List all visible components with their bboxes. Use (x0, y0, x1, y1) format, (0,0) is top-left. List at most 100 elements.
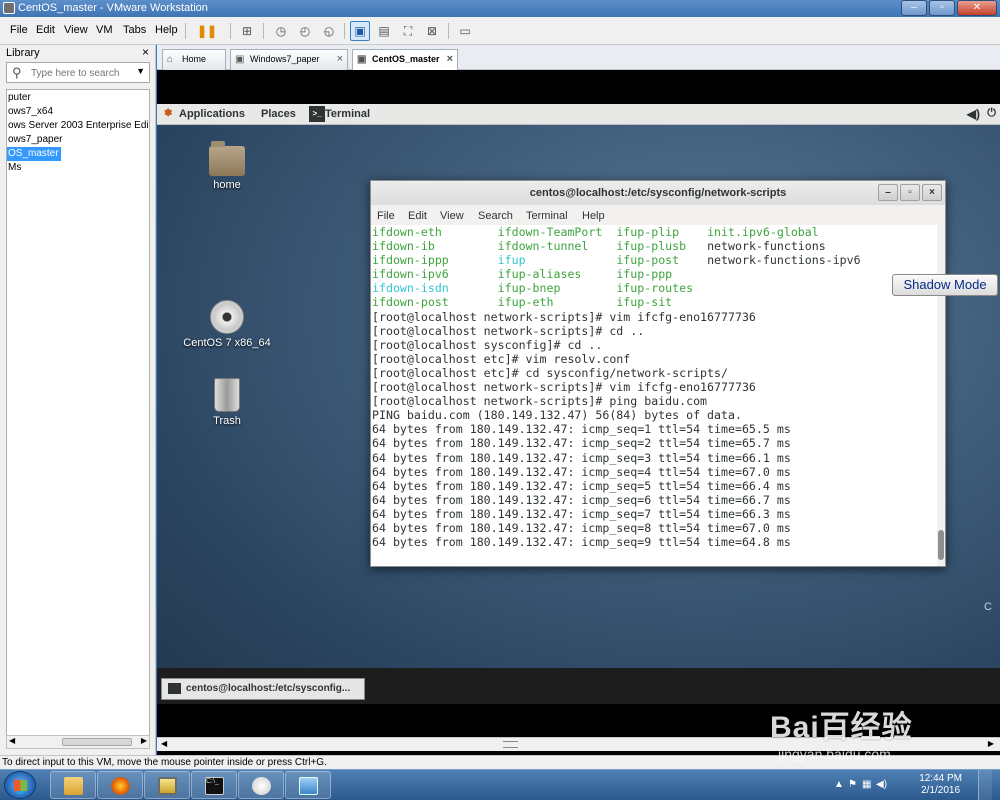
menu-edit[interactable]: Edit (36, 24, 55, 36)
menubar: File Edit View VM Tabs Help ❚❚ ▼ ⊞ ◷ ◴ ◵… (0, 17, 1000, 55)
terminal-window[interactable]: centos@localhost:/etc/sysconfig/network-… (370, 180, 946, 567)
desktop-icon-trash[interactable]: Trash (167, 378, 287, 427)
taskbar-paint[interactable] (238, 771, 284, 799)
terminal-file-entry: ifup (497, 253, 617, 268)
desktop-icon-disc[interactable]: CentOS 7 x86_64 (167, 300, 287, 349)
terminal-file-entry: ifup-ppp (616, 267, 708, 282)
menu-help[interactable]: Help (155, 24, 178, 36)
library-item-centos-master[interactable]: OS_master (7, 147, 61, 161)
snapshot-icon[interactable]: ◷ (271, 21, 291, 41)
terminal-menu-file[interactable]: File (377, 210, 395, 222)
terminal-scroll-thumb[interactable] (938, 530, 944, 560)
terminal-minimize-button[interactable]: – (878, 184, 898, 201)
terminal-listing-row: ifdown-isdn ifup-bnep ifup-routes (372, 281, 937, 295)
terminal-controls: – ▫ × (878, 184, 942, 201)
library-search[interactable]: ⚲ ▼ (6, 62, 150, 83)
library-view-icon[interactable]: ▣ (350, 21, 370, 41)
scroll-right-icon[interactable]: ▶ (141, 736, 147, 745)
terminal-menu-terminal[interactable]: Terminal (526, 210, 568, 222)
terminal-title: centos@localhost:/etc/sysconfig/network-… (529, 187, 787, 199)
flag-icon[interactable]: ⚑ (848, 779, 857, 790)
console-view-icon[interactable]: ▭ (455, 21, 475, 41)
menu-view[interactable]: View (64, 24, 88, 36)
terminal-listing-row: ifdown-ippp ifup ifup-post network-funct… (372, 253, 937, 267)
volume-icon[interactable]: ◀) (876, 779, 887, 790)
clock[interactable]: 12:44 PM 2/1/2016 (919, 773, 962, 797)
taskbar-window[interactable] (285, 771, 331, 799)
terminal-file-entry: ifdown-ib (372, 239, 498, 254)
terminal-menu-search[interactable]: Search (478, 210, 513, 222)
power-icon[interactable]: ⏻ (987, 107, 996, 120)
taskbar-vmware[interactable] (144, 771, 190, 799)
applications-icon: ✽ (164, 108, 173, 119)
terminal-maximize-button[interactable]: ▫ (900, 184, 920, 201)
terminal-icon: >_ (309, 106, 325, 122)
tab-windows7-paper[interactable]: ▣ Windows7_paper × (230, 49, 348, 70)
terminal-menu-edit[interactable]: Edit (408, 210, 427, 222)
minimize-button[interactable]: – (901, 0, 927, 16)
menu-tabs[interactable]: Tabs (123, 24, 146, 36)
tab-label: Windows7_paper (250, 54, 320, 64)
tab-centos-master[interactable]: ▣ CentOS_master × (352, 49, 458, 71)
terminal-file-entry: ifdown-ipv6 (372, 267, 498, 282)
network-icon[interactable]: ⊞ (237, 21, 257, 41)
snapshot-manager-icon[interactable]: ◵ (319, 21, 339, 41)
terminal-file-entry: ifdown-post (372, 295, 498, 310)
library-item-computer[interactable]: puter (7, 91, 149, 105)
vm-hscrollbar[interactable]: ◀ ▶ (157, 737, 1000, 751)
terminal-file-entry: ifup-plip (616, 225, 708, 239)
vm-tabs: ⌂ Home ▣ Windows7_paper × ▣ CentOS_maste… (157, 45, 1000, 71)
terminal-close-button[interactable]: × (922, 184, 942, 201)
edge-text: C (984, 601, 992, 613)
scroll-thumb[interactable] (62, 738, 132, 746)
folder-icon (64, 777, 83, 795)
scroll-left-icon[interactable]: ◀ (161, 739, 167, 748)
taskbar-explorer[interactable] (50, 771, 96, 799)
close-icon[interactable]: × (447, 50, 453, 69)
chevron-down-icon[interactable]: ▼ (136, 66, 145, 76)
terminal-menu-help[interactable]: Help (582, 210, 605, 222)
menu-vm[interactable]: VM (96, 24, 113, 36)
window-list-item-terminal[interactable]: centos@localhost:/etc/sysconfig... (161, 678, 365, 700)
show-hidden-icons-icon[interactable]: ▲ (834, 779, 844, 790)
library-item-windows-server-2003[interactable]: ows Server 2003 Enterprise Edition (7, 119, 149, 133)
library-hscrollbar[interactable]: ◀ ▶ (6, 735, 150, 749)
start-button[interactable] (4, 771, 36, 799)
terminal-line: [root@localhost network-scripts]# vim if… (372, 380, 756, 395)
guest-desktop[interactable]: ✽ Applications Places >_ Terminal ◀) ⏻ h… (157, 104, 1000, 704)
close-button[interactable]: ✕ (957, 0, 997, 16)
maximize-button[interactable]: ▫ (929, 0, 955, 16)
taskbar-cmd[interactable]: C:\_ (191, 771, 237, 799)
menu-file[interactable]: File (10, 24, 28, 36)
library-item-windows7-x64[interactable]: ows7_x64 (7, 105, 149, 119)
show-desktop-button[interactable] (978, 770, 992, 800)
places-menu[interactable]: Places (261, 108, 296, 120)
library-close-icon[interactable]: × (142, 45, 149, 59)
scroll-left-icon[interactable]: ◀ (9, 736, 15, 745)
tab-home[interactable]: ⌂ Home (162, 49, 226, 70)
library-panel: Library × ⚲ ▼ puter ows7_x64 ows Server … (0, 45, 156, 755)
close-icon[interactable]: × (337, 50, 343, 69)
network-icon[interactable]: ▦ (862, 779, 871, 790)
applications-menu[interactable]: Applications (179, 108, 245, 120)
terminal-output[interactable]: ifdown-eth ifdown-TeamPort ifup-plip ini… (371, 225, 937, 566)
taskbar-firefox[interactable] (97, 771, 143, 799)
library-item-vms[interactable]: Ms (7, 161, 149, 175)
scroll-grip-icon[interactable] (503, 741, 518, 748)
pause-icon[interactable]: ❚❚ ▼ (192, 21, 222, 55)
desktop-icon-home[interactable]: home (167, 141, 287, 191)
unity-icon[interactable]: ⊠ (422, 21, 442, 41)
library-search-input[interactable] (31, 66, 135, 80)
shadow-mode-button[interactable]: Shadow Mode (892, 274, 998, 296)
terminal-menu[interactable]: Terminal (325, 108, 370, 120)
window-title: CentOS_master - VMware Workstation (18, 2, 208, 14)
scroll-right-icon[interactable]: ▶ (988, 739, 994, 748)
volume-icon[interactable]: ◀) (967, 107, 980, 121)
thumbnail-view-icon[interactable]: ▤ (374, 21, 394, 41)
fullscreen-icon[interactable]: ⛶ (398, 21, 418, 41)
revert-snapshot-icon[interactable]: ◴ (295, 21, 315, 41)
library-item-windows7-paper[interactable]: ows7_paper (7, 133, 149, 147)
terminal-icon (168, 683, 181, 694)
terminal-menu-view[interactable]: View (440, 210, 464, 222)
terminal-line: 64 bytes from 180.149.132.47: icmp_seq=4… (372, 464, 791, 479)
